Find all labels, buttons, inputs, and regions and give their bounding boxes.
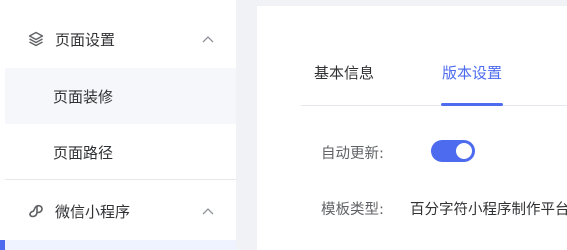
sidebar: 页面设置 页面装修 页面路径 微信小程序 (0, 0, 236, 250)
mini-program-icon (27, 202, 45, 220)
auto-update-label: 自动更新: (321, 146, 384, 162)
tab-bar: 基本信息 版本设置 (301, 48, 567, 106)
sidebar-group-label: 页面设置 (55, 30, 116, 49)
sidebar-item-page-path[interactable]: 页面路径 (5, 124, 236, 180)
template-type-label: 模板类型: (321, 202, 384, 218)
sidebar-item-page-decoration[interactable]: 页面装修 (5, 68, 236, 124)
sidebar-item-active-highlight[interactable] (5, 240, 236, 250)
sidebar-group-page-settings[interactable]: 页面设置 (5, 8, 236, 70)
sidebar-item-label: 页面装修 (53, 87, 114, 106)
sidebar-item-label: 页面路径 (53, 143, 114, 162)
tab-active-underline (441, 103, 503, 106)
sidebar-group-wechat-mini-program[interactable]: 微信小程序 (5, 180, 236, 242)
tab-version-settings[interactable]: 版本设置 (442, 62, 502, 83)
auto-update-toggle[interactable] (431, 140, 475, 162)
toggle-knob (456, 143, 472, 159)
main-panel: 基本信息 版本设置 自动更新: 模板类型: 百分字符小程序制作平台 (257, 6, 567, 250)
active-indicator-bar (0, 240, 5, 250)
chevron-up-icon[interactable] (202, 33, 214, 45)
layers-icon (27, 30, 45, 48)
chevron-up-icon[interactable] (202, 205, 214, 217)
sidebar-group-label: 微信小程序 (55, 202, 131, 221)
template-type-value: 百分字符小程序制作平台 (410, 202, 567, 218)
tab-basic-info[interactable]: 基本信息 (314, 62, 374, 83)
